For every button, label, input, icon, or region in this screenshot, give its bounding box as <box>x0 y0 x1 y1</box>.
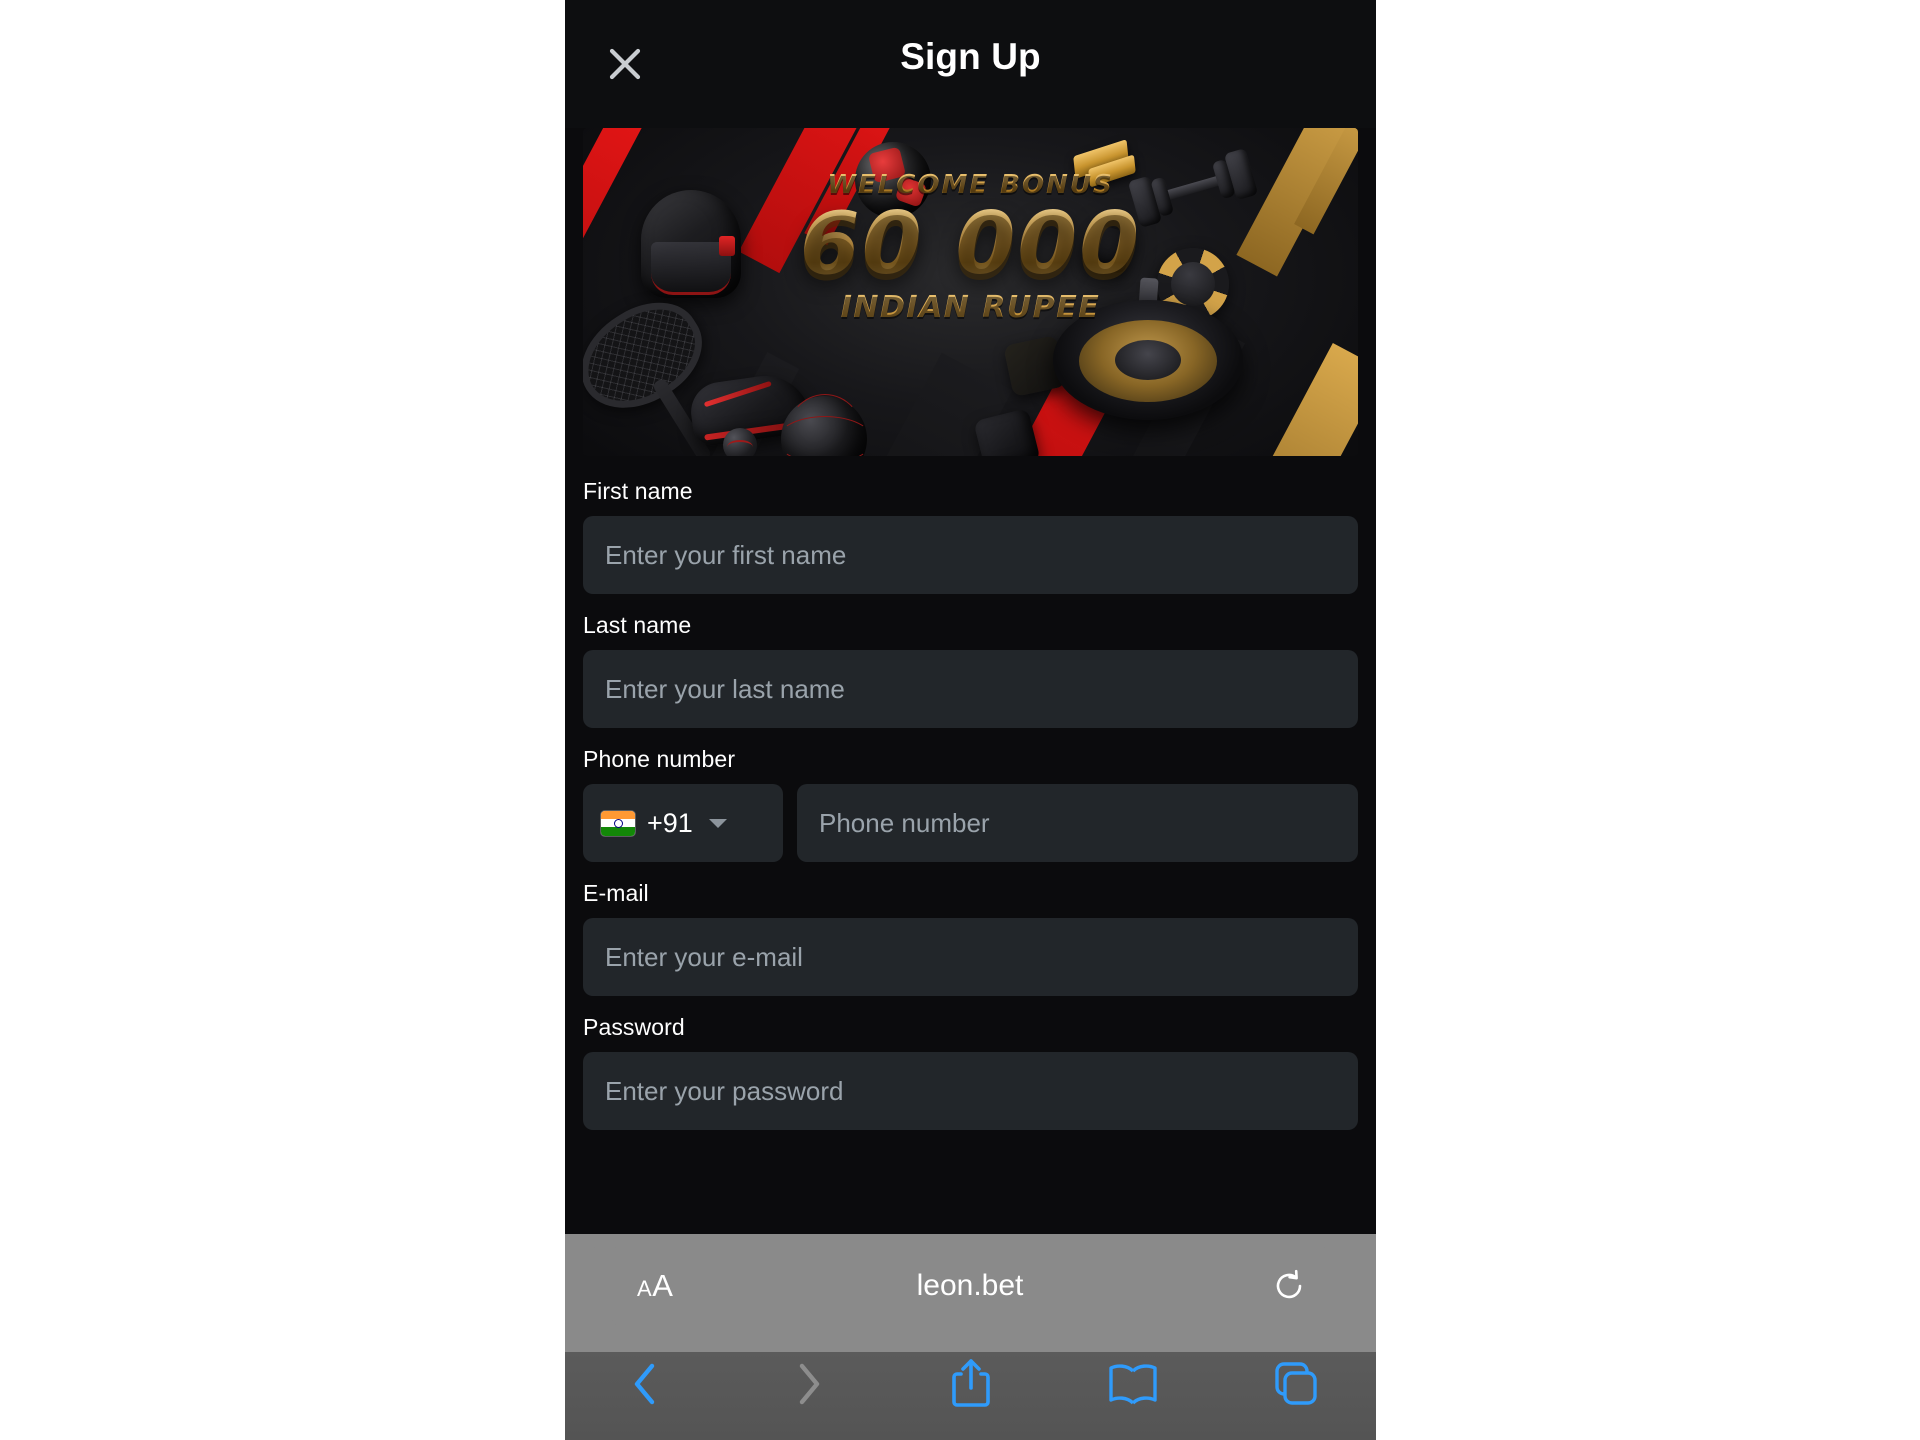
email-label: E-mail <box>583 880 649 906</box>
phone-number-row: +91 Phone number <box>583 784 1358 862</box>
reload-icon[interactable] <box>1271 1268 1307 1304</box>
hockey-helmet-image <box>641 190 741 298</box>
dice-image <box>1083 223 1135 275</box>
screenshot-stage: Sign Up WELCOME BONUS 60 000 INDIAN RUPE… <box>0 0 1920 1440</box>
phone-number-placeholder: Phone number <box>819 807 990 838</box>
url-text: leon.bet <box>916 1269 1024 1302</box>
signup-form: First name Enter your first name Last na… <box>565 456 1376 1130</box>
email-input[interactable]: Enter your e-mail <box>583 918 1358 996</box>
field-email: E-mail Enter your e-mail <box>583 880 1358 996</box>
last-name-placeholder: Enter your last name <box>605 673 845 704</box>
share-button[interactable] <box>889 1328 1051 1440</box>
soccer-ball-image <box>855 142 931 218</box>
safari-toolbar <box>565 1328 1376 1440</box>
country-code-value: +91 <box>647 807 693 838</box>
forward-button[interactable] <box>727 1328 889 1440</box>
field-password: Password Enter your password <box>583 1014 1358 1130</box>
password-label: Password <box>583 1014 685 1040</box>
chevron-down-icon <box>708 818 727 828</box>
adjacent-tab-peek[interactable] <box>565 1244 599 1328</box>
last-name-input[interactable]: Enter your last name <box>583 650 1358 728</box>
phone-number-label: Phone number <box>583 746 736 772</box>
phone-viewport: Sign Up WELCOME BONUS 60 000 INDIAN RUPE… <box>565 0 1376 1440</box>
signup-modal-header: Sign Up <box>565 0 1376 128</box>
field-phone-number: Phone number +91 Phone number <box>583 746 1358 862</box>
india-flag-icon <box>601 810 635 836</box>
first-name-input[interactable]: Enter your first name <box>583 516 1358 594</box>
back-button[interactable] <box>565 1328 727 1440</box>
bookmarks-button[interactable] <box>1052 1328 1214 1440</box>
first-name-label: First name <box>583 478 693 504</box>
phone-number-input[interactable]: Phone number <box>797 784 1358 862</box>
field-first-name: First name Enter your first name <box>583 478 1358 594</box>
country-code-select[interactable]: +91 <box>583 784 783 862</box>
email-placeholder: Enter your e-mail <box>605 941 803 972</box>
password-placeholder: Enter your password <box>605 1075 844 1106</box>
tennis-ball-image <box>723 428 757 456</box>
roulette-wheel-image <box>1053 300 1243 420</box>
first-name-placeholder: Enter your first name <box>605 539 847 570</box>
page-title: Sign Up <box>900 36 1041 77</box>
field-last-name: Last name Enter your last name <box>583 612 1358 728</box>
banner-stripe <box>583 128 643 329</box>
tabs-button[interactable] <box>1214 1328 1376 1440</box>
welcome-bonus-banner[interactable]: WELCOME BONUS 60 000 INDIAN RUPEE <box>583 128 1358 456</box>
barbell-image <box>1124 147 1262 229</box>
last-name-label: Last name <box>583 612 692 638</box>
url-address-bar[interactable]: AA leon.bet <box>611 1244 1329 1328</box>
safari-browser-chrome: AA leon.bet <box>565 1230 1376 1440</box>
safari-top-edge <box>565 1230 1376 1234</box>
password-input[interactable]: Enter your password <box>583 1052 1358 1130</box>
